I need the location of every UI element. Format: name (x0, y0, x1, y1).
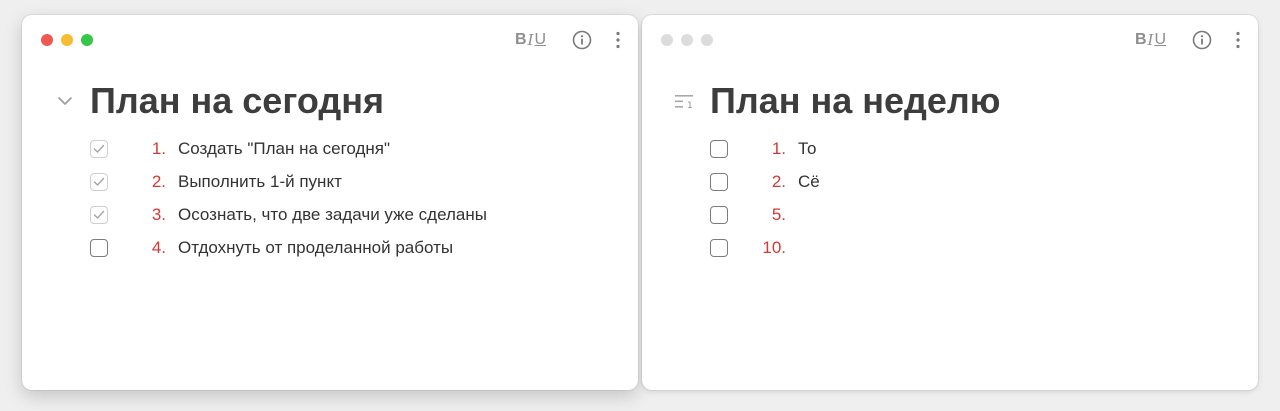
list-item: 10. (710, 231, 1238, 264)
svg-text:1: 1 (687, 101, 693, 110)
text-format-button[interactable]: B I U (1135, 31, 1166, 49)
zoom-window-button[interactable] (701, 34, 713, 46)
item-number: 4. (151, 237, 166, 257)
checkbox-unchecked[interactable] (710, 238, 728, 257)
vertical-dots-icon[interactable] (616, 31, 620, 49)
item-number: 2. (771, 171, 786, 191)
list-item: 3. Осознать, что две задачи уже сделаны (90, 198, 618, 231)
vertical-dots-icon[interactable] (1236, 31, 1240, 49)
checkbox-checked[interactable] (90, 205, 108, 224)
item-number: 1. (151, 138, 166, 158)
traffic-lights (41, 34, 93, 46)
window-week-plan: B I U 1 План на неделю 1. То 2. Сё 5. 10… (642, 15, 1258, 390)
item-text[interactable]: Сё (798, 172, 820, 192)
list-item: 4. Отдохнуть от проделанной работы (90, 231, 618, 264)
desktop: B I U План на сегодня 1. Создать "План н… (0, 0, 1280, 411)
checkmark-icon (93, 177, 105, 186)
numbered-list-icon[interactable]: 1 (672, 88, 698, 114)
item-number: 5. (771, 204, 786, 224)
chevron-down-icon[interactable] (52, 88, 78, 114)
toolbar: B I U (515, 29, 620, 51)
checkmark-icon (93, 144, 105, 153)
list-item: 1. Создать "План на сегодня" (90, 132, 618, 165)
bold-icon: B (514, 31, 527, 48)
list-item: 5. (710, 198, 1238, 231)
item-text[interactable]: Выполнить 1-й пункт (178, 172, 342, 192)
checkbox-unchecked[interactable] (90, 238, 108, 257)
close-window-button[interactable] (41, 34, 53, 46)
toolbar: B I U (1135, 29, 1240, 51)
list-item: 2. Сё (710, 165, 1238, 198)
item-number: 3. (151, 204, 166, 224)
traffic-lights (661, 34, 713, 46)
item-number: 2. (151, 171, 166, 191)
zoom-window-button[interactable] (81, 34, 93, 46)
checkmark-icon (93, 210, 105, 219)
item-text[interactable]: Создать "План на сегодня" (178, 139, 390, 159)
item-text[interactable]: Отдохнуть от проделанной работы (178, 238, 453, 258)
close-window-button[interactable] (661, 34, 673, 46)
title-row: План на сегодня (52, 73, 618, 129)
task-list: 1. То 2. Сё 5. 10. (710, 132, 1238, 264)
page-title[interactable]: План на сегодня (90, 80, 384, 122)
item-number: 1. (771, 138, 786, 158)
item-text[interactable]: То (798, 139, 817, 159)
checkbox-unchecked[interactable] (710, 205, 728, 224)
info-icon[interactable] (572, 30, 592, 50)
list-item: 1. То (710, 132, 1238, 165)
minimize-window-button[interactable] (681, 34, 693, 46)
underline-icon: U (534, 31, 546, 48)
list-item: 2. Выполнить 1-й пункт (90, 165, 618, 198)
title-row: 1 План на неделю (672, 73, 1238, 129)
bold-icon: B (1134, 31, 1147, 48)
checkbox-unchecked[interactable] (710, 172, 728, 191)
italic-icon: I (527, 31, 534, 49)
info-icon[interactable] (1192, 30, 1212, 50)
underline-icon: U (1154, 31, 1166, 48)
item-number: 10. (762, 237, 786, 257)
checkbox-checked[interactable] (90, 139, 108, 158)
page-title[interactable]: План на неделю (710, 80, 1001, 122)
minimize-window-button[interactable] (61, 34, 73, 46)
text-format-button[interactable]: B I U (515, 31, 546, 49)
italic-icon: I (1147, 31, 1154, 49)
item-text[interactable]: Осознать, что две задачи уже сделаны (178, 205, 487, 225)
checkbox-unchecked[interactable] (710, 139, 728, 158)
task-list: 1. Создать "План на сегодня" 2. Выполнит… (90, 132, 618, 264)
checkbox-checked[interactable] (90, 172, 108, 191)
window-today-plan: B I U План на сегодня 1. Создать "План н… (22, 15, 638, 390)
